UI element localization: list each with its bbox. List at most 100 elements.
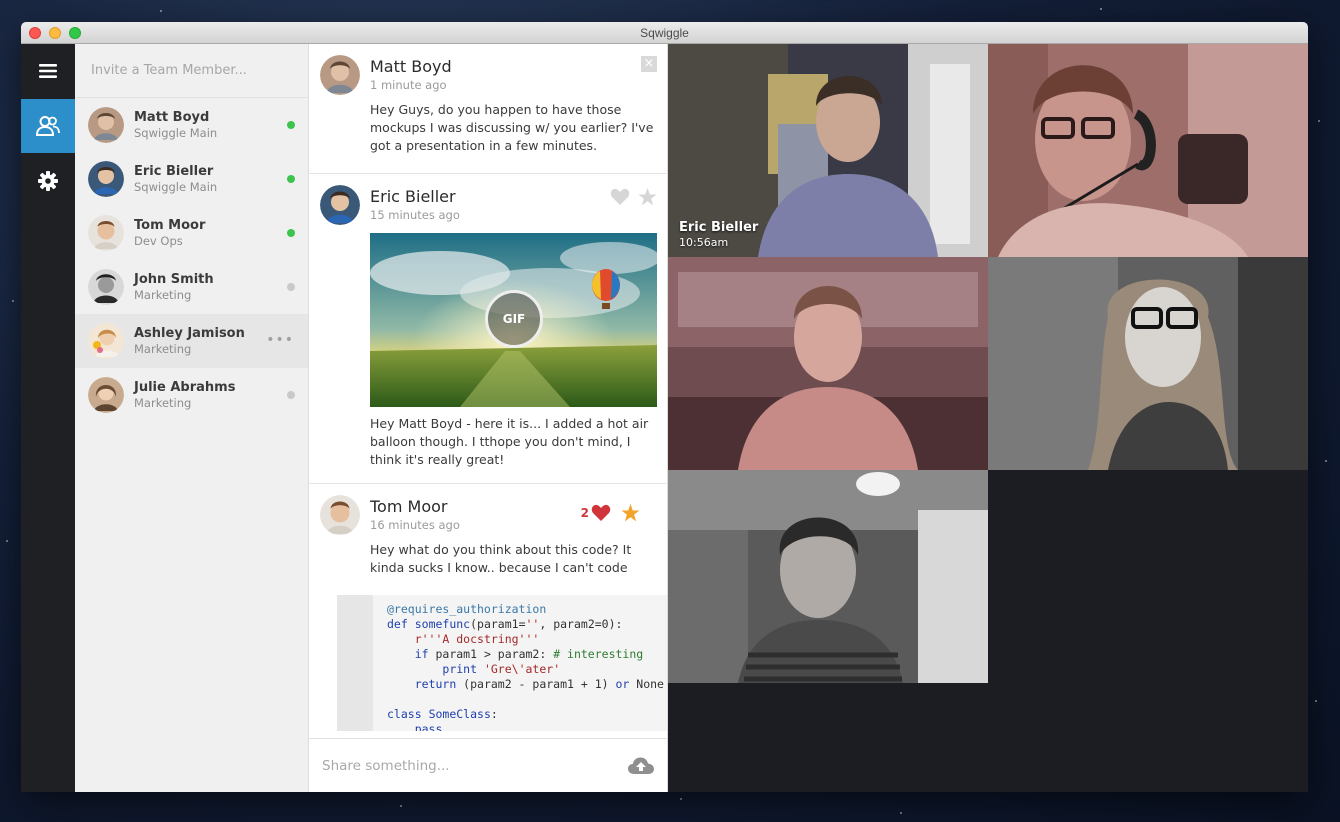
contact-item[interactable]: Matt Boyd Sqwiggle Main [75,98,308,152]
maximize-window-button[interactable] [69,27,81,39]
line-number: 4. [355,650,367,661]
line-number: 9. [355,725,367,731]
code-line: r'''A docstring''' [414,632,540,646]
code-line: @requires_authorization [387,602,547,616]
video-tile[interactable] [668,257,988,470]
contact-item[interactable]: Julie Abrahms Marketing [75,368,308,422]
more-options-icon[interactable]: ••• [266,332,294,348]
heart-icon[interactable] [610,188,630,206]
contact-name: Eric Bieller [134,163,214,179]
upload-cloud-icon[interactable] [628,757,654,775]
post-author: Matt Boyd [370,57,452,76]
hamburger-menu-icon [39,64,57,78]
line-number: 3. [355,635,367,646]
contact-team: Sqwiggle Main [134,179,218,194]
contact-team: Dev Ops [134,233,183,248]
menu-button[interactable] [21,44,75,98]
avatar [320,55,360,95]
participant-label: Eric Bieller 10:56am [679,220,758,249]
offline-status-indicator [287,283,295,291]
code-line: print 'Gre\'ater' [442,662,561,676]
share-input[interactable] [322,757,628,774]
video-tile[interactable]: Eric Bieller 10:56am [668,44,988,257]
avatar [88,107,124,143]
offline-status-indicator [287,391,295,399]
code-line: class SomeClass: [387,707,498,721]
post-time: 1 minute ago [370,78,447,92]
heart-icon[interactable] [591,504,611,522]
line-number: 2. [355,620,367,631]
post-actions [610,188,657,206]
video-grid: Eric Bieller 10:56am [668,44,1308,792]
contact-team: Sqwiggle Main [134,125,218,140]
line-number: 7. [355,695,367,706]
dismiss-post-button[interactable]: × [641,56,657,72]
gif-image[interactable]: GIF [370,233,657,407]
code-snippet: 1. 2. 3. 4. 5. 6. 7. 8. 9. @requires_aut… [337,595,667,731]
participant-time: 10:56am [679,236,729,249]
avatar [320,185,360,225]
composer [309,738,667,792]
window-title: Sqwiggle [640,26,689,40]
team-button[interactable] [21,99,75,153]
star-icon[interactable] [638,188,657,206]
contact-team: Marketing [134,395,192,410]
post-text: Hey what do you think about this code? I… [370,542,632,575]
nav-rail [21,44,75,792]
close-window-button[interactable] [29,27,41,39]
contact-item[interactable]: John Smith Marketing [75,260,308,314]
post-time: 15 minutes ago [370,208,460,222]
line-number: 6. [355,680,367,691]
line-number: 5. [355,665,367,676]
star-icon[interactable] [621,504,640,522]
avatar [88,215,124,251]
team-members-icon [36,116,60,136]
minimize-window-button[interactable] [49,27,61,39]
feed-post: Eric Bieller 15 minutes ago GIF Hey Matt… [309,174,667,484]
code-line: def somefunc(param1='', param2=0): [387,617,623,631]
video-feed [668,470,988,683]
post-text: Hey Matt Boyd - here it is... I added a … [370,416,649,467]
contact-item[interactable]: Tom Moor Dev Ops [75,206,308,260]
video-feed [988,257,1308,470]
contact-name: Ashley Jamison [134,325,245,341]
feed-post: 2 Tom Moor 16 minutes ago Hey what do yo… [309,484,667,731]
code-line: if param1 > param2: # interesting [414,647,644,661]
video-tile[interactable] [668,470,988,683]
line-number: 8. [355,710,367,721]
contact-name: Tom Moor [134,217,206,233]
code-line: pass [414,722,443,731]
avatar [320,495,360,535]
avatar [88,377,124,413]
contact-name: John Smith [134,271,214,287]
avatar [88,323,124,359]
settings-button[interactable] [21,154,75,208]
avatar [88,269,124,305]
like-count: 2 [580,506,589,520]
app-window: Sqwiggle Invite a Team Member... Matt Bo… [21,22,1308,792]
gear-icon [38,171,58,191]
contact-team: Marketing [134,287,192,302]
online-status-indicator [287,229,295,237]
post-text: Hey Guys, do you happen to have those mo… [370,102,654,153]
avatar [88,161,124,197]
activity-feed: × Matt Boyd 1 minute ago Hey Guys, do yo… [309,44,668,792]
participant-name: Eric Bieller [679,220,759,235]
invite-member-input[interactable] [75,44,308,98]
online-status-indicator [287,121,295,129]
video-tile[interactable] [988,44,1308,257]
contact-name: Matt Boyd [134,109,210,125]
contact-item[interactable]: Ashley Jamison Marketing ••• [75,314,308,368]
play-gif-button[interactable]: GIF [485,290,543,348]
video-tile[interactable] [988,257,1308,470]
video-feed [988,44,1308,257]
contacts-panel: Matt Boyd Sqwiggle Main Eric Bieller Sqw… [75,44,309,792]
contact-item[interactable]: Eric Bieller Sqwiggle Main [75,152,308,206]
contact-team: Marketing [134,341,192,356]
feed-post: × Matt Boyd 1 minute ago Hey Guys, do yo… [309,44,667,174]
online-status-indicator [287,175,295,183]
contact-name: Julie Abrahms [134,379,236,395]
line-number: 1. [355,605,367,616]
post-actions: 2 [581,504,640,522]
video-feed [668,257,988,470]
